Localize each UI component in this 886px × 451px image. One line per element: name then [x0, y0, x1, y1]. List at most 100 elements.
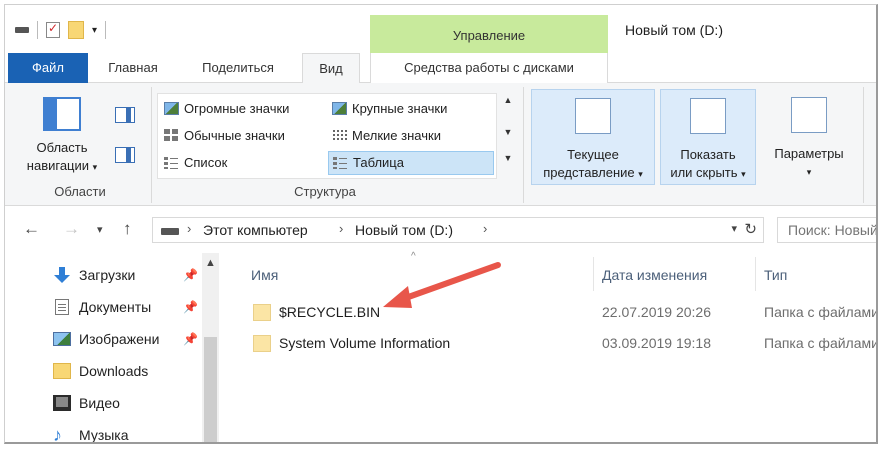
nav-item-label: Загрузки	[79, 267, 136, 283]
breadcrumb-chevron-icon[interactable]: ›	[483, 221, 487, 236]
show-hide-button[interactable]: Показать или скрыть ▾	[660, 89, 756, 185]
show-hide-label-text: или скрыть	[670, 165, 738, 180]
layout-item-label: Крупные значки	[352, 101, 448, 116]
back-arrow-icon[interactable]: ←	[23, 219, 40, 239]
column-header-type[interactable]: Тип	[764, 267, 787, 283]
gallery-scroll-up-icon[interactable]: ▲	[501, 95, 515, 105]
documents-icon	[55, 299, 69, 315]
column-header-date[interactable]: Дата изменения	[602, 267, 707, 283]
dropdown-arrow-icon: ▾	[806, 167, 812, 177]
preview-pane-icon[interactable]	[115, 107, 135, 123]
folder-icon	[253, 335, 271, 352]
show-hide-label-line1: Показать	[680, 147, 736, 162]
forward-arrow-icon[interactable]: →	[63, 219, 80, 239]
show-hide-label-line2: или скрыть ▾	[661, 164, 755, 183]
toolbar-separator	[37, 21, 38, 39]
column-divider[interactable]	[755, 257, 756, 291]
tab-view[interactable]: Вид	[302, 53, 360, 84]
nav-item-downloads-folder[interactable]: Downloads	[49, 359, 209, 383]
nav-pane-scrollbar[interactable]: ▲	[202, 253, 219, 442]
nav-item-music[interactable]: ♪ Музыка	[49, 423, 209, 444]
breadcrumb-this-pc[interactable]: Этот компьютер	[203, 222, 308, 238]
navigation-pane-icon[interactable]	[43, 97, 81, 131]
new-folder-icon[interactable]	[68, 21, 84, 39]
tab-home[interactable]: Главная	[93, 53, 173, 83]
layout-extra-large-icons[interactable]: Огромные значки	[160, 98, 324, 120]
window-title: Новый том (D:)	[625, 22, 723, 38]
layout-large-icons[interactable]: Крупные значки	[328, 98, 488, 120]
search-field[interactable]	[777, 217, 876, 243]
current-view-icon	[575, 98, 611, 134]
current-view-label-line1: Текущее	[567, 147, 619, 162]
current-view-label-line2: представление ▾	[532, 164, 654, 183]
layout-item-label: Таблица	[353, 155, 404, 170]
scrollbar-thumb[interactable]	[204, 337, 217, 442]
tab-share[interactable]: Поделиться	[188, 53, 288, 83]
column-header-name[interactable]: Имя	[251, 267, 278, 283]
recent-locations-icon[interactable]: ▾	[97, 223, 103, 236]
current-view-button[interactable]: Текущее представление ▾	[531, 89, 655, 185]
navigation-pane: Загрузки Документы Изображени Downloads …	[5, 253, 217, 444]
group-separator	[151, 87, 152, 203]
table-row[interactable]: System Volume Information 03.09.2019 19:…	[227, 330, 876, 358]
gallery-expand-icon[interactable]: ▼	[501, 153, 515, 163]
nav-item-video[interactable]: Видео	[49, 391, 209, 415]
breadcrumb-chevron-icon[interactable]: ›	[339, 221, 343, 236]
layout-item-label: Список	[184, 155, 228, 170]
options-label: Параметры ▾	[761, 145, 857, 181]
pin-icon[interactable]: 📌	[183, 268, 198, 282]
dropdown-arrow-icon: ▾	[638, 169, 643, 179]
folder-icon	[253, 304, 271, 321]
nav-item-label: Документы	[79, 299, 152, 315]
column-divider[interactable]	[593, 257, 594, 291]
breadcrumb-chevron-icon[interactable]: ›	[187, 221, 191, 236]
ribbon-tabs: Файл Главная Поделиться Вид Средства раб…	[5, 53, 876, 84]
table-row[interactable]: $RECYCLE.BIN 22.07.2019 20:26 Папка с фа…	[227, 299, 876, 327]
layout-gallery: Огромные значки Крупные значки Обычные з…	[157, 93, 497, 179]
small-icons-icon	[332, 129, 347, 142]
customize-arrow-icon[interactable]: ▾	[92, 25, 97, 36]
group-separator	[863, 87, 864, 203]
list-icon	[164, 156, 179, 169]
pin-icon[interactable]: 📌	[183, 300, 198, 314]
layout-list[interactable]: Список	[160, 152, 324, 174]
options-button[interactable]: Параметры ▾	[761, 89, 857, 185]
address-row: ← → ▾ ↑ › Этот компьютер › Новый том (D:…	[5, 215, 876, 245]
drive-icon[interactable]	[15, 27, 29, 33]
layout-medium-icons[interactable]: Обычные значки	[160, 125, 324, 147]
music-icon: ♪	[53, 425, 62, 444]
explorer-window: ▾ Управление Новый том (D:) Файл Главная…	[4, 4, 878, 444]
layout-group-label: Структура	[294, 184, 356, 199]
drive-icon	[161, 228, 179, 235]
options-icon	[791, 97, 827, 133]
details-pane-icon[interactable]	[115, 147, 135, 163]
address-bar[interactable]: › Этот компьютер › Новый том (D:) › ▾ ↻	[152, 217, 764, 243]
layout-details[interactable]: Таблица	[328, 151, 494, 175]
address-dropdown-icon[interactable]: ▾	[731, 222, 737, 235]
current-view-label: Текущее представление ▾	[532, 146, 654, 183]
nav-item-label: Изображени	[79, 331, 160, 347]
show-hide-icon	[690, 98, 726, 134]
file-date: 22.07.2019 20:26	[602, 304, 711, 320]
search-input[interactable]	[778, 218, 876, 242]
pin-icon[interactable]: 📌	[183, 332, 198, 346]
file-date: 03.09.2019 19:18	[602, 335, 711, 351]
sort-ascending-icon: ^	[411, 251, 416, 262]
layout-item-label: Огромные значки	[184, 101, 290, 116]
group-separator	[523, 87, 524, 203]
tab-disk-tools[interactable]: Средства работы с дисками	[370, 53, 608, 83]
breadcrumb-drive-d[interactable]: Новый том (D:)	[355, 222, 453, 238]
downloads-icon	[53, 267, 71, 283]
layout-small-icons[interactable]: Мелкие значки	[328, 125, 488, 147]
options-label-text: Параметры	[774, 146, 844, 161]
tab-file[interactable]: Файл	[8, 53, 88, 83]
title-bar: ▾ Управление Новый том (D:)	[5, 5, 876, 53]
scroll-up-icon[interactable]: ▲	[202, 257, 219, 269]
navigation-pane-button[interactable]: Область навигации ▾	[17, 139, 107, 176]
refresh-icon[interactable]: ↻	[744, 220, 757, 238]
contextual-tab-group[interactable]: Управление	[370, 15, 608, 53]
up-arrow-icon[interactable]: ↑	[123, 219, 132, 239]
properties-icon[interactable]	[46, 21, 60, 38]
gallery-scroll-down-icon[interactable]: ▼	[501, 127, 515, 137]
nav-item-label: Музыка	[79, 427, 129, 443]
